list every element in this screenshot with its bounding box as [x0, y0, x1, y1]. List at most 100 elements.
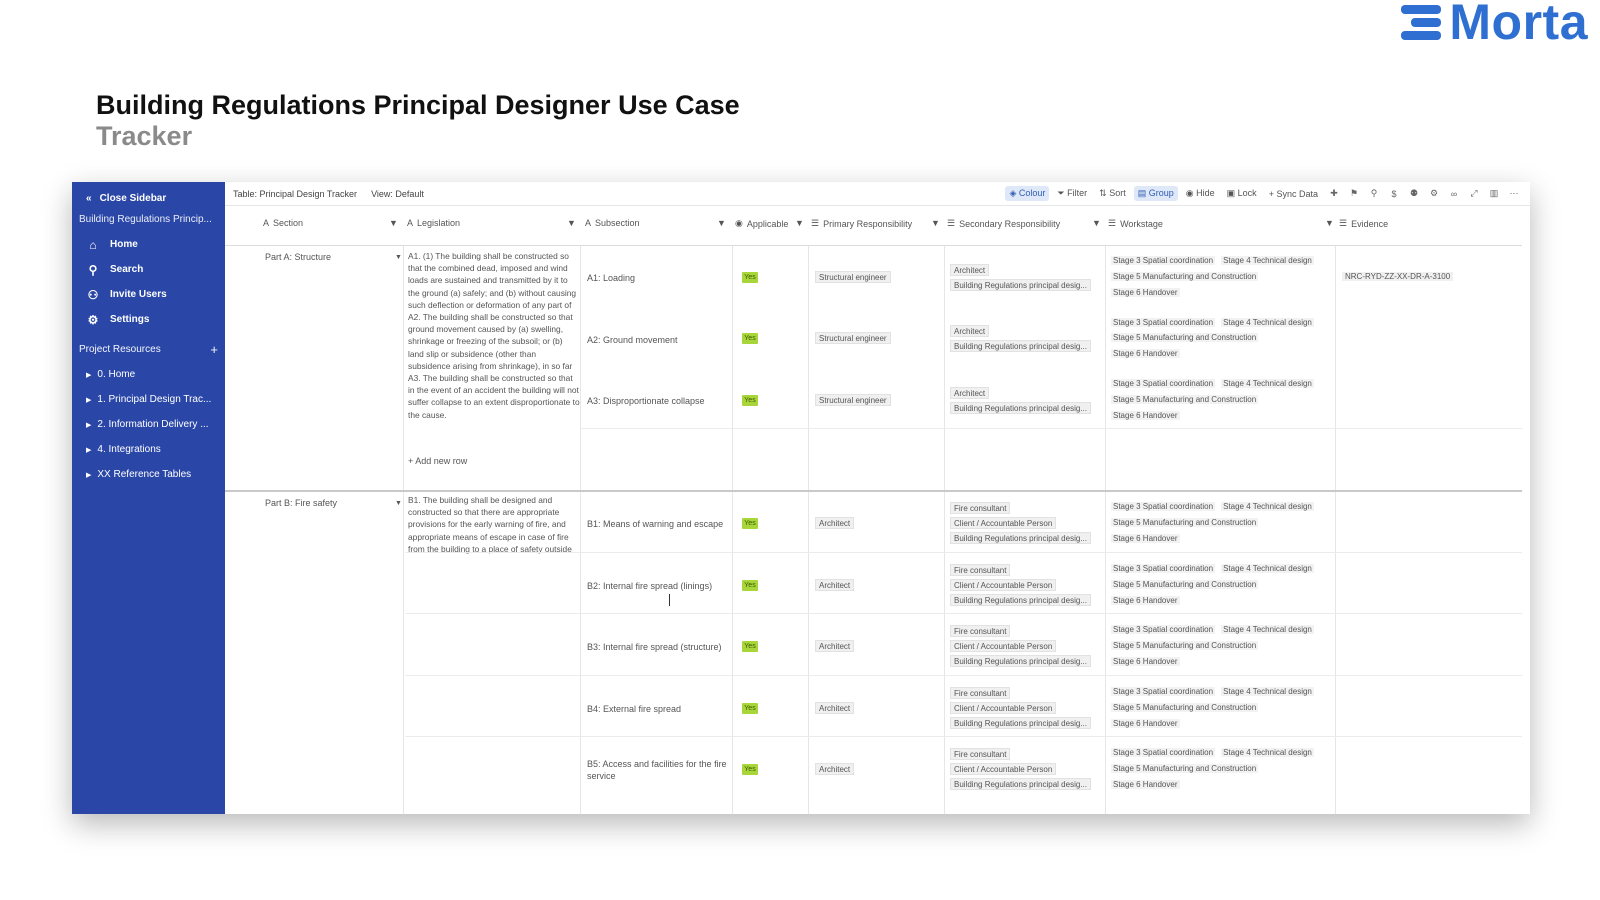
- workstage-line[interactable]: Stage 6 Handover: [1111, 288, 1186, 297]
- more-icon[interactable]: ⋯: [1506, 188, 1522, 199]
- workstage-line[interactable]: Stage 6 Handover: [1111, 411, 1186, 420]
- chevron-down-icon[interactable]: ▼: [1092, 218, 1101, 228]
- link-icon[interactable]: ∞: [1446, 189, 1462, 199]
- column-header-applicable[interactable]: ◉ Applicable: [735, 218, 788, 229]
- secondary-responsibility-chip[interactable]: Client / Accountable Person: [950, 517, 1057, 529]
- secondary-responsibility-chip[interactable]: Fire consultant: [950, 625, 1011, 637]
- secondary-responsibility-chip[interactable]: Fire consultant: [950, 748, 1011, 760]
- secondary-responsibility-chip[interactable]: Building Regulations principal desig...: [950, 532, 1091, 544]
- secondary-responsibility-chip[interactable]: Architect: [950, 264, 990, 276]
- workstage-line[interactable]: Stage 5 Manufacturing and Construction: [1111, 764, 1264, 773]
- sidebar-resource-item[interactable]: ▶ 1. Principal Design Trac...: [72, 387, 225, 412]
- chevron-down-icon[interactable]: ▼: [395, 254, 402, 261]
- subsection-cell[interactable]: B5: Access and facilities for the fire s…: [587, 758, 727, 782]
- applicable-badge[interactable]: Yes: [742, 272, 758, 283]
- workstage-line[interactable]: Stage 3 Spatial coordination Stage 4 Tech…: [1111, 625, 1320, 634]
- workstage-line[interactable]: Stage 3 Spatial coordination Stage 4 Tech…: [1111, 748, 1320, 757]
- workstage-line[interactable]: Stage 3 Spatial coordination Stage 4 Tech…: [1111, 379, 1320, 388]
- subsection-cell[interactable]: B2: Internal fire spread (linings): [587, 580, 727, 592]
- applicable-badge[interactable]: Yes: [742, 641, 758, 652]
- chevron-down-icon[interactable]: ▼: [717, 218, 726, 228]
- workstage-line[interactable]: Stage 6 Handover: [1111, 349, 1186, 358]
- subsection-cell[interactable]: A2: Ground movement: [587, 334, 727, 346]
- flag-icon[interactable]: ⚑: [1346, 188, 1362, 199]
- chevron-down-icon[interactable]: ▼: [395, 500, 402, 507]
- settings-icon[interactable]: ⚙: [1426, 188, 1442, 199]
- legislation-cell[interactable]: B1. The building shall be designed and c…: [408, 494, 580, 554]
- column-header-workstage[interactable]: ☰ Workstage: [1108, 218, 1163, 229]
- applicable-badge[interactable]: Yes: [742, 764, 758, 775]
- chevron-down-icon[interactable]: ▼: [567, 218, 576, 228]
- secondary-responsibility-chip[interactable]: Fire consultant: [950, 687, 1011, 699]
- workstage-line[interactable]: Stage 3 Spatial coordination Stage 4 Tech…: [1111, 318, 1320, 327]
- chevron-down-icon[interactable]: ▼: [1325, 218, 1334, 228]
- secondary-responsibility-chip[interactable]: Building Regulations principal desig...: [950, 778, 1091, 790]
- chevron-down-icon[interactable]: ▼: [389, 218, 398, 228]
- applicable-badge[interactable]: Yes: [742, 580, 758, 591]
- workstage-line[interactable]: Stage 5 Manufacturing and Construction: [1111, 703, 1264, 712]
- subsection-cell[interactable]: B4: External fire spread: [587, 703, 727, 715]
- workstage-line[interactable]: Stage 6 Handover: [1111, 657, 1186, 666]
- sort-button[interactable]: ⇅ Sort: [1095, 186, 1130, 201]
- add-resource-icon[interactable]: +: [210, 342, 218, 357]
- search-icon[interactable]: ⚲: [1366, 188, 1382, 199]
- workstage-line[interactable]: Stage 3 Spatial coordination Stage 4 Tech…: [1111, 256, 1320, 265]
- view-name-label[interactable]: View: Default: [371, 189, 424, 199]
- subsection-cell[interactable]: A1: Loading: [587, 272, 727, 284]
- workstage-line[interactable]: Stage 5 Manufacturing and Construction: [1111, 641, 1264, 650]
- table-name-label[interactable]: Table: Principal Design Tracker: [233, 189, 357, 199]
- sidebar-resource-item[interactable]: ▶ 4. Integrations: [72, 437, 225, 462]
- user-icon[interactable]: ⚉: [1406, 188, 1422, 199]
- primary-responsibility-chip[interactable]: Architect: [815, 640, 855, 652]
- primary-responsibility-chip[interactable]: Architect: [815, 579, 855, 591]
- filter-button[interactable]: ⏷ Filter: [1053, 186, 1091, 201]
- close-sidebar-button[interactable]: « Close Sidebar: [72, 188, 225, 208]
- project-name[interactable]: Building Regulations Princip...: [72, 208, 225, 232]
- column-header-primary-responsibility[interactable]: ☰ Primary Responsibility: [811, 218, 912, 229]
- applicable-badge[interactable]: Yes: [742, 518, 758, 529]
- sidebar-resource-item[interactable]: ▶ XX Reference Tables: [72, 462, 225, 487]
- workstage-line[interactable]: Stage 3 Spatial coordination Stage 4 Tech…: [1111, 502, 1320, 511]
- group-section-label[interactable]: Part A: Structure: [265, 252, 331, 262]
- workstage-line[interactable]: Stage 5 Manufacturing and Construction: [1111, 333, 1264, 342]
- secondary-responsibility-chip[interactable]: Client / Accountable Person: [950, 640, 1057, 652]
- workstage-line[interactable]: Stage 5 Manufacturing and Construction: [1111, 580, 1264, 589]
- workstage-line[interactable]: Stage 6 Handover: [1111, 596, 1186, 605]
- workstage-line[interactable]: Stage 6 Handover: [1111, 780, 1186, 789]
- evidence-chip[interactable]: NRC-RYD-ZZ-XX-DR-A-3100: [1342, 272, 1454, 281]
- applicable-badge[interactable]: Yes: [742, 333, 758, 344]
- secondary-responsibility-chip[interactable]: Architect: [950, 325, 990, 337]
- column-header-evidence[interactable]: ☰ Evidence: [1339, 218, 1388, 229]
- sidebar-nav-home[interactable]: ⌂ Home: [72, 232, 225, 257]
- primary-responsibility-chip[interactable]: Structural engineer: [815, 394, 891, 406]
- column-header-subsection[interactable]: A Subsection: [585, 218, 640, 228]
- primary-responsibility-chip[interactable]: Structural engineer: [815, 271, 891, 283]
- secondary-responsibility-chip[interactable]: Building Regulations principal desig...: [950, 594, 1091, 606]
- save-icon[interactable]: ▥: [1486, 188, 1502, 199]
- workstage-line[interactable]: Stage 6 Handover: [1111, 534, 1186, 543]
- expand-icon[interactable]: ⤢: [1466, 188, 1482, 199]
- primary-responsibility-chip[interactable]: Architect: [815, 702, 855, 714]
- workstage-line[interactable]: Stage 5 Manufacturing and Construction: [1111, 518, 1264, 527]
- applicable-badge[interactable]: Yes: [742, 703, 758, 714]
- column-header-section[interactable]: A Section: [263, 218, 303, 228]
- chevron-down-icon[interactable]: ▼: [931, 218, 940, 228]
- sidebar-resource-item[interactable]: ▶ 2. Information Delivery ...: [72, 412, 225, 437]
- workstage-line[interactable]: Stage 5 Manufacturing and Construction: [1111, 272, 1264, 281]
- column-header-secondary-responsibility[interactable]: ☰ Secondary Responsibility: [947, 218, 1060, 229]
- secondary-responsibility-chip[interactable]: Architect: [950, 387, 990, 399]
- workstage-line[interactable]: Stage 6 Handover: [1111, 719, 1186, 728]
- primary-responsibility-chip[interactable]: Architect: [815, 517, 855, 529]
- add-new-row-button[interactable]: + Add new row: [408, 456, 467, 466]
- sync-data-button[interactable]: + Sync Data: [1265, 187, 1322, 201]
- sidebar-nav-settings[interactable]: ⚙ Settings: [72, 307, 225, 332]
- hide-button[interactable]: ◉ Hide: [1182, 186, 1219, 201]
- subsection-cell[interactable]: A3: Disproportionate collapse: [587, 395, 727, 407]
- secondary-responsibility-chip[interactable]: Client / Accountable Person: [950, 579, 1057, 591]
- secondary-responsibility-chip[interactable]: Fire consultant: [950, 564, 1011, 576]
- secondary-responsibility-chip[interactable]: Client / Accountable Person: [950, 763, 1057, 775]
- applicable-badge[interactable]: Yes: [742, 395, 758, 406]
- secondary-responsibility-chip[interactable]: Building Regulations principal desig...: [950, 279, 1091, 291]
- sidebar-nav-invite-users[interactable]: ⚇ Invite Users: [72, 282, 225, 307]
- group-button[interactable]: ▤ Group: [1133, 186, 1178, 201]
